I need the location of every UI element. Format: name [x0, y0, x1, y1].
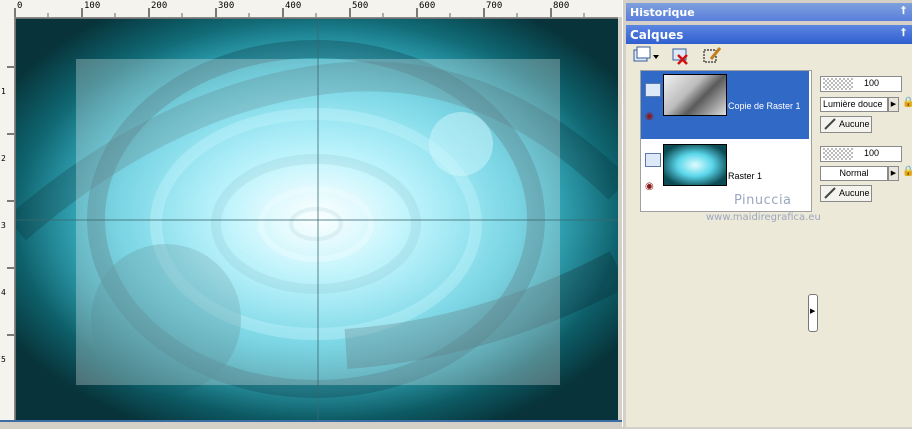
blend-mode-arrow-icon[interactable]: ▶ — [888, 166, 899, 181]
opacity-value: 100 — [863, 148, 879, 158]
delete-layer-icon[interactable] — [670, 46, 690, 66]
blend-mode-select[interactable]: Normal — [820, 166, 888, 181]
lock-icon[interactable]: 🔒 — [902, 97, 912, 108]
opacity-slider[interactable]: 100 — [820, 146, 902, 162]
horizontal-ruler: 0 100 200 300 400 500 600 700 800 — [0, 0, 622, 18]
mask-button[interactable]: Aucune — [820, 185, 872, 202]
layer-thumbnail — [663, 74, 727, 116]
ruler-label: 600 — [419, 1, 436, 11]
calques-title: Calques — [630, 28, 684, 42]
pin-icon[interactable]: † — [901, 27, 906, 38]
raster-layer-icon — [645, 153, 661, 167]
blend-mode-arrow-icon[interactable]: ▶ — [888, 97, 899, 112]
ruler-label: 5 — [1, 355, 6, 364]
lock-icon[interactable]: 🔒 — [902, 166, 912, 177]
blend-mode-value: Normal — [839, 168, 869, 178]
ruler-label: 700 — [486, 1, 503, 11]
blend-mode-select[interactable]: Lumière douce — [820, 97, 888, 112]
opacity-slider[interactable]: 100 — [820, 76, 902, 92]
ruler-label: 400 — [285, 1, 302, 11]
layer-thumbnail — [663, 144, 727, 186]
mask-button[interactable]: Aucune — [820, 116, 872, 133]
blend-mode-value: Lumière douce — [823, 99, 883, 109]
ruler-label: 300 — [218, 1, 235, 11]
new-layer-icon[interactable] — [632, 46, 659, 66]
arrow-right-icon: ▶ — [810, 307, 816, 315]
ruler-label: 0 — [17, 1, 23, 11]
layer-name: Copie de Raster 1 — [728, 101, 801, 111]
ruler-label: 2 — [1, 154, 6, 163]
visibility-eye-icon[interactable]: ◉ — [645, 111, 654, 122]
raster-layer-icon — [645, 83, 661, 97]
ruler-label: 4 — [1, 288, 6, 297]
layer-list: ◉ Copie de Raster 1 ◉ Raster 1 — [640, 70, 812, 212]
ruler-label: 3 — [1, 221, 6, 230]
layer-row-copie-raster-1[interactable]: ◉ Copie de Raster 1 — [641, 71, 809, 139]
ruler-label: 100 — [84, 1, 101, 11]
canvas-bottom-bar — [0, 420, 622, 429]
layer-properties: 100 Lumière douce ▶ 🔒 Aucune 100 Normal … — [818, 70, 912, 230]
image-canvas[interactable] — [15, 18, 620, 422]
vertical-ruler: 1 2 3 4 5 — [0, 17, 15, 427]
historique-title: Historique — [630, 6, 695, 19]
mask-label: Aucune — [839, 188, 870, 198]
ruler-label: 800 — [553, 1, 570, 11]
ruler-label: 1 — [1, 87, 6, 96]
layer-name: Raster 1 — [728, 171, 763, 181]
visibility-eye-icon[interactable]: ◉ — [645, 181, 654, 192]
ruler-label: 200 — [151, 1, 168, 11]
panel-splitter-handle[interactable]: ▶ — [808, 294, 818, 332]
calques-panel-header[interactable]: Calques † — [626, 25, 912, 44]
watermark-url: www.maidiregrafica.eu — [706, 212, 821, 223]
watermark-name: Pinuccia — [734, 193, 792, 208]
historique-panel-header[interactable]: Historique † — [626, 3, 912, 21]
pin-icon[interactable]: † — [901, 5, 906, 16]
ruler-label: 500 — [352, 1, 369, 11]
mask-edit-icon[interactable] — [702, 46, 722, 66]
layers-toolbar — [630, 46, 750, 68]
mask-label: Aucune — [839, 119, 870, 129]
opacity-value: 100 — [863, 78, 879, 88]
